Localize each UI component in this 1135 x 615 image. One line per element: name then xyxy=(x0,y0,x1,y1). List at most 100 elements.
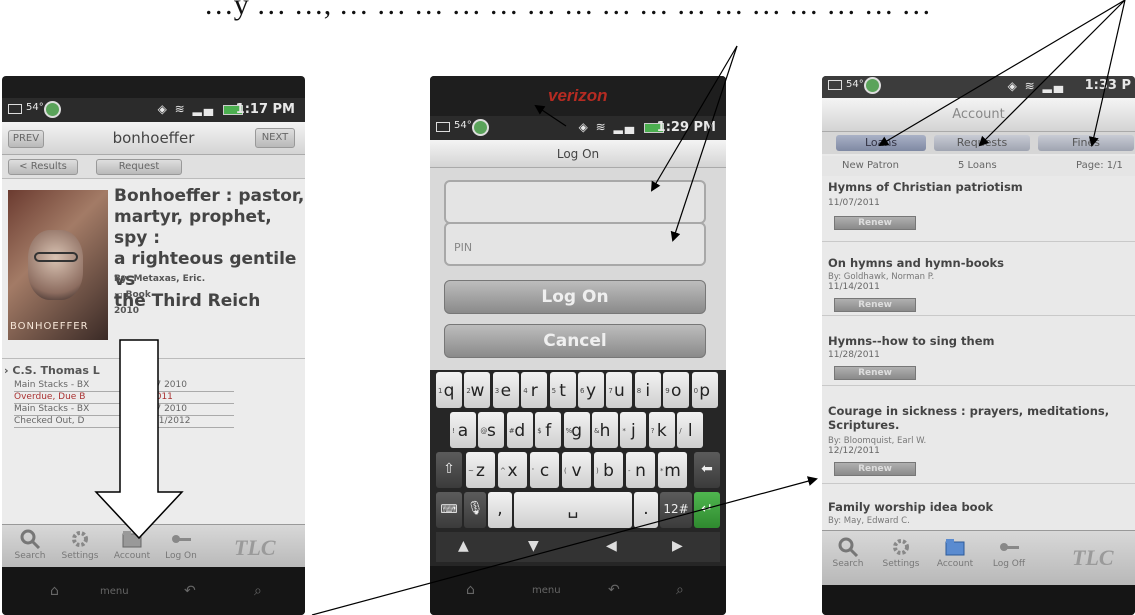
key-alt-char: ? xyxy=(650,427,655,435)
search-key[interactable]: ⌕ xyxy=(254,583,262,599)
next-button[interactable]: NEXT xyxy=(255,128,295,148)
key-c[interactable]: ' c xyxy=(530,452,559,488)
menu-key[interactable]: menu xyxy=(532,585,561,596)
account-tabs: Loans Requests Fines xyxy=(822,132,1135,154)
holding-row: Checked Out, D /11/2012 xyxy=(14,416,234,428)
key-a[interactable]: ! a xyxy=(450,412,476,448)
key-r[interactable]: 4r xyxy=(521,372,548,408)
key-f[interactable]: $ f xyxy=(535,412,562,448)
holding-library[interactable]: › C.S. Thomas L xyxy=(4,364,100,377)
key-x[interactable]: ^ x xyxy=(498,452,527,488)
comma-key[interactable]: , xyxy=(488,492,512,528)
period-key[interactable]: . xyxy=(634,492,658,528)
key-s[interactable]: @ s xyxy=(478,412,505,448)
back-key[interactable]: ↶ xyxy=(184,583,196,599)
home-key[interactable]: ⌂ xyxy=(50,583,59,599)
result-actions: < Results Request xyxy=(2,155,305,179)
symbols-key[interactable]: 12# xyxy=(660,492,692,528)
arrow-right-key[interactable]: ▶ xyxy=(672,538,683,554)
key-z[interactable]: ~ z xyxy=(466,452,495,488)
tab-log-on[interactable]: Log On xyxy=(160,529,202,561)
username-field[interactable] xyxy=(444,180,706,224)
key-u[interactable]: 7u xyxy=(606,372,633,408)
key-n[interactable]: -n xyxy=(626,452,655,488)
mic-key[interactable]: 🎙 xyxy=(464,492,486,528)
tab-settings[interactable]: Settings xyxy=(878,537,924,569)
tab-search[interactable]: Search xyxy=(828,537,868,569)
key-i[interactable]: 8i xyxy=(634,372,661,408)
tab-loans[interactable]: Loans xyxy=(836,135,926,151)
tab-search[interactable]: Search xyxy=(10,529,50,561)
key-w[interactable]: 2w xyxy=(464,372,491,408)
key-k[interactable]: ? k xyxy=(648,412,675,448)
loan-author: By: Goldhawk, Norman P. xyxy=(828,272,935,282)
results-button[interactable]: < Results xyxy=(8,159,78,175)
arrow-left-key[interactable]: ◀ xyxy=(606,538,617,554)
app-notification-icon xyxy=(864,77,881,94)
search-key[interactable]: ⌕ xyxy=(676,582,684,598)
menu-key[interactable]: menu xyxy=(100,586,129,597)
key-q[interactable]: 1q xyxy=(436,372,462,408)
key-y[interactable]: 6y xyxy=(578,372,604,408)
tlc-logo: TLC xyxy=(1072,545,1114,570)
shift-key[interactable]: ⇧ xyxy=(436,452,462,488)
key-v[interactable]: (v xyxy=(562,452,591,488)
arrow-up-key[interactable]: ▲ xyxy=(458,538,469,554)
key-j[interactable]: * j xyxy=(620,412,647,448)
figure: …y … …, … … … … … … … … … … … … … … … … … xyxy=(0,0,1135,615)
loan-item[interactable]: On hymns and hymn-books By: Goldhawk, No… xyxy=(822,244,1135,316)
renew-button[interactable]: Renew xyxy=(834,298,916,312)
key-m[interactable]: * m xyxy=(658,452,687,488)
key-d[interactable]: # d xyxy=(506,412,533,448)
space-key[interactable]: ␣ xyxy=(514,492,632,528)
page-title: bonhoeffer xyxy=(112,129,195,147)
request-button[interactable]: Request xyxy=(96,159,182,175)
prev-button[interactable]: PREV xyxy=(8,130,44,148)
key-p[interactable]: 0p xyxy=(691,372,718,408)
app-notification-icon xyxy=(44,101,61,118)
temperature: 54° xyxy=(846,79,864,90)
cancel-button[interactable]: Cancel xyxy=(444,324,706,358)
loan-item[interactable]: Hymns of Christian patriotism 11/07/2011… xyxy=(822,178,1135,242)
renew-button[interactable]: Renew xyxy=(834,462,916,476)
key-l[interactable]: / l xyxy=(677,412,704,448)
key-b[interactable]: ) b xyxy=(594,452,623,488)
clock: 1:29 PM xyxy=(656,120,716,135)
renew-button[interactable]: Renew xyxy=(834,216,916,230)
signal-icon: ◈ ≋ ▂▄ xyxy=(157,102,215,116)
book-format-label: Book xyxy=(125,290,151,300)
holding-call: M47 2010 xyxy=(142,380,187,390)
tab-log-off[interactable]: Log Off xyxy=(986,537,1032,569)
key-o[interactable]: 9o xyxy=(663,372,690,408)
tab-settings[interactable]: Settings xyxy=(58,529,102,561)
arrow-down-key[interactable]: ▼ xyxy=(528,538,539,554)
hardware-nav-keys xyxy=(822,585,1135,615)
loan-item[interactable]: Courage in sickness : prayers, meditatio… xyxy=(822,388,1135,484)
loan-due-date: 11/28/2011 xyxy=(828,350,880,360)
key-t[interactable]: 5t xyxy=(549,372,576,408)
key-g[interactable]: % g xyxy=(563,412,590,448)
home-key[interactable]: ⌂ xyxy=(466,582,475,598)
tab-fines[interactable]: Fines xyxy=(1038,135,1134,151)
pin-placeholder: PIN xyxy=(454,241,473,254)
renew-button[interactable]: Renew xyxy=(834,366,916,380)
search-icon xyxy=(20,529,41,549)
holding-status: Checked Out, D xyxy=(14,416,85,426)
tab-account[interactable]: Account xyxy=(108,529,156,561)
loan-item[interactable]: Hymns--how to sing them 11/28/2011 Renew xyxy=(822,318,1135,386)
app-notification-icon xyxy=(472,119,489,136)
caption-text: …y … …, … … … … … … … … … … … … … … … … xyxy=(203,0,932,21)
enter-key[interactable]: ↵ xyxy=(694,492,720,528)
key-e[interactable]: 3e xyxy=(492,372,519,408)
log-on-button[interactable]: Log On xyxy=(444,280,706,314)
loan-item[interactable]: Family worship idea book By: May, Edward… xyxy=(822,486,1135,530)
temperature: 54° xyxy=(26,102,44,113)
tab-requests[interactable]: Requests xyxy=(934,135,1030,151)
backspace-key[interactable]: ⬅ xyxy=(694,452,720,488)
mail-icon xyxy=(436,122,450,132)
pin-field[interactable]: PIN xyxy=(444,222,706,266)
key-h[interactable]: & h xyxy=(592,412,618,448)
tab-account[interactable]: Account xyxy=(930,537,980,569)
keyboard-toggle-key[interactable]: ⌨ xyxy=(436,492,462,528)
back-key[interactable]: ↶ xyxy=(608,582,620,598)
